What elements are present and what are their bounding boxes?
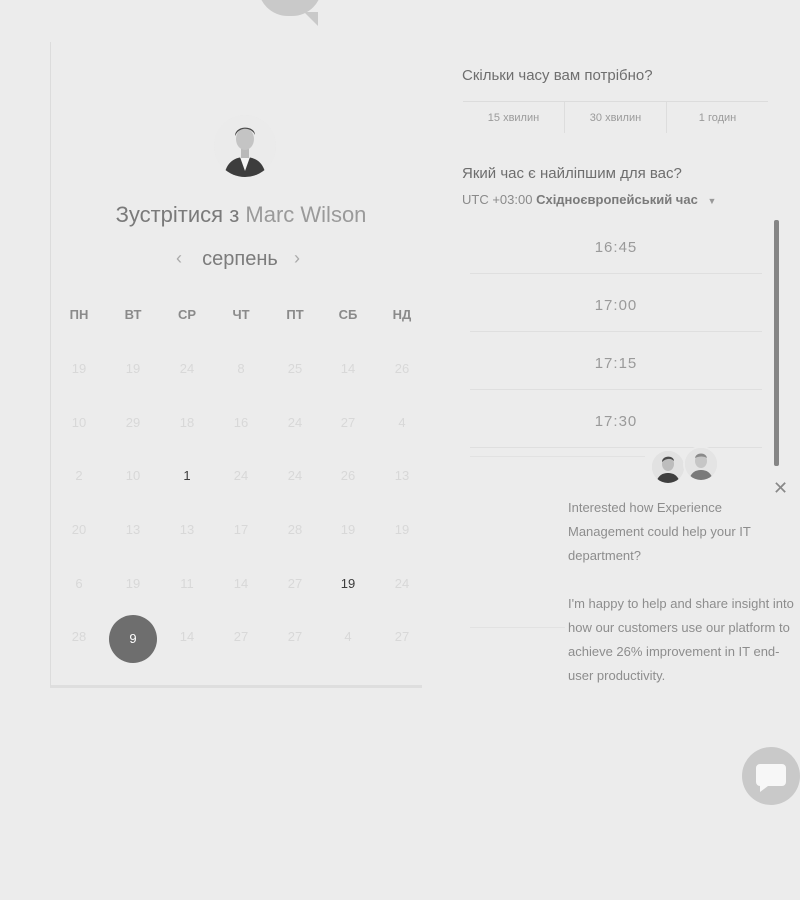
time-slot-button[interactable]: 17:00 — [470, 280, 762, 332]
weekday-label: ЧТ — [232, 307, 250, 322]
brand-logo-icon — [258, 0, 322, 26]
calendar-day: 17 — [233, 522, 249, 537]
timezone-name: Східноєвропейський час — [536, 192, 698, 207]
calendar-day-available[interactable]: 1 — [167, 468, 207, 488]
calendar-day: 26 — [394, 361, 410, 376]
time-slot-button[interactable]: 17:15 — [470, 338, 762, 390]
meeting-title: Зустрітися з Marc Wilson — [50, 202, 432, 228]
calendar-day: 19 — [125, 576, 141, 591]
calendar-day: 10 — [125, 468, 141, 483]
timezone-selector[interactable]: UTC +03:00 Східноєвропейський час ▼ — [462, 192, 716, 207]
calendar-day: 27 — [287, 629, 303, 644]
calendar-day: 4 — [344, 629, 352, 644]
weekday-label: ПН — [69, 307, 89, 322]
calendar-day: 14 — [179, 629, 195, 644]
calendar-day: 29 — [125, 415, 141, 430]
meeting-title-prefix: Зустрітися з — [115, 202, 240, 227]
calendar-day: 4 — [398, 415, 406, 430]
chat-agent-avatar — [650, 449, 686, 485]
calendar-day: 20 — [71, 522, 87, 537]
calendar-day: 28 — [287, 522, 303, 537]
duration-option[interactable]: 15 хвилин — [463, 102, 564, 133]
calendar-day: 27 — [340, 415, 356, 430]
calendar-day: 24 — [287, 468, 303, 483]
time-title: Який час є найліпшим для вас? — [462, 165, 682, 182]
calendar-day: 24 — [287, 415, 303, 430]
calendar-day: 25 — [287, 361, 303, 376]
month-label: серпень — [202, 248, 278, 270]
calendar-day: 14 — [233, 576, 249, 591]
timezone-offset: UTC +03:00 — [462, 192, 533, 207]
chat-agent-avatar — [683, 446, 719, 482]
calendar-day: 19 — [125, 361, 141, 376]
calendar-day: 11 — [180, 576, 194, 591]
calendar-day: 19 — [394, 522, 410, 537]
weekday-label: ВТ — [124, 307, 142, 322]
caret-down-icon: ▼ — [707, 196, 717, 206]
calendar-day-selected[interactable]: 9 — [109, 615, 157, 663]
calendar-day: 19 — [71, 361, 87, 376]
calendar-day: 27 — [287, 576, 303, 591]
calendar-day: 27 — [233, 629, 249, 644]
calendar-day-available[interactable]: 19 — [328, 576, 368, 596]
divider — [470, 627, 565, 628]
chevron-right-icon[interactable]: › — [294, 248, 300, 269]
calendar-day: 18 — [179, 415, 195, 430]
calendar-day: 13 — [179, 522, 195, 537]
chat-message-text: I'm happy to help and share insight into… — [568, 596, 794, 683]
calendar-day: 26 — [340, 468, 356, 483]
calendar-day: 13 — [394, 468, 410, 483]
calendar-day: 27 — [394, 629, 410, 644]
calendar-day: 24 — [233, 468, 249, 483]
calendar-day: 16 — [233, 415, 249, 430]
calendar-day: 8 — [237, 361, 245, 376]
time-slot-button[interactable]: 17:30 — [470, 396, 762, 448]
calendar-day: 14 — [340, 361, 356, 376]
time-slot-scrollbar[interactable] — [774, 220, 779, 466]
chat-bubble-icon — [756, 764, 786, 792]
calendar-day: 13 — [125, 522, 141, 537]
weekday-label: СБ — [338, 307, 358, 322]
weekday-label: НД — [392, 307, 412, 322]
duration-title: Скільки часу вам потрібно? — [462, 67, 653, 84]
duration-option[interactable]: 30 хвилин — [564, 102, 666, 133]
calendar-day: 10 — [71, 415, 87, 430]
weekday-label: ПТ — [286, 307, 304, 322]
calendar-day: 24 — [394, 576, 410, 591]
duration-options: 15 хвилин 30 хвилин 1 годин — [463, 101, 768, 133]
calendar-day: 28 — [71, 629, 87, 644]
calendar-day: 2 — [75, 468, 83, 483]
host-name: Marc Wilson — [245, 202, 367, 227]
chat-launcher-button[interactable] — [742, 747, 800, 805]
calendar-day: 19 — [340, 522, 356, 537]
calendar-day: 6 — [75, 576, 83, 591]
time-slot-button[interactable]: 16:45 — [470, 222, 762, 274]
chat-message-text: Interested how Experience Management cou… — [568, 500, 751, 563]
calendar-day: 24 — [179, 361, 195, 376]
divider — [470, 456, 645, 457]
weekday-label: СР — [177, 307, 197, 322]
duration-option[interactable]: 1 годин — [666, 102, 768, 133]
chat-popup-message: Interested how Experience Management cou… — [568, 496, 794, 712]
month-navigator: ‹ серпень › — [170, 246, 310, 276]
host-avatar — [214, 115, 276, 177]
